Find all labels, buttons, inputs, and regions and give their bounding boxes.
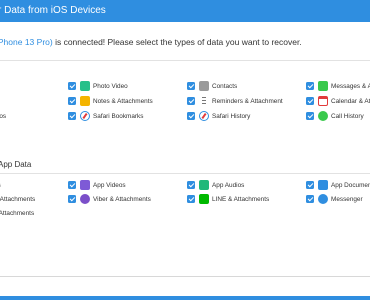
data-type-option[interactable]: Photo Video xyxy=(68,79,128,93)
messenger-icon xyxy=(318,194,328,204)
app-videos-icon xyxy=(80,180,90,190)
option-label: mos xyxy=(0,112,7,120)
checkbox-checked[interactable] xyxy=(68,181,76,189)
data-type-option[interactable]: Call History xyxy=(306,109,364,123)
app-audios-icon xyxy=(199,180,209,190)
safari-icon xyxy=(80,111,90,121)
checkbox-row: k Attachments xyxy=(0,206,370,220)
section-divider xyxy=(0,173,370,174)
call-history-icon xyxy=(318,111,328,121)
viber-icon xyxy=(80,194,90,204)
connection-message: is connected! Please select the types of… xyxy=(52,37,302,47)
data-type-option[interactable]: Messenger xyxy=(306,192,363,206)
data-type-option[interactable]: Notes & Attachments xyxy=(68,94,153,108)
reminders-icon xyxy=(199,96,209,106)
checkbox-checked[interactable] xyxy=(187,97,195,105)
device-name: iPhone 13 Pro) xyxy=(0,37,53,47)
checkbox-row: Notes & Attachments Reminders & Attachmen… xyxy=(0,94,370,108)
data-type-option[interactable]: mos xyxy=(0,109,6,123)
notes-icon xyxy=(80,96,90,106)
option-label: Reminders & Attachment xyxy=(212,97,283,105)
option-label: & Attachments xyxy=(0,195,36,203)
data-type-option[interactable]: os xyxy=(0,178,1,192)
option-label: Call History xyxy=(331,112,364,120)
data-type-option[interactable]: Reminders & Attachment xyxy=(187,94,283,108)
option-label: LINE & Attachments xyxy=(212,195,270,203)
option-label: k Attachments xyxy=(0,209,35,217)
checkbox-checked[interactable] xyxy=(187,82,195,90)
option-label: Viber & Attachments xyxy=(93,195,151,203)
checkbox-checked[interactable] xyxy=(187,181,195,189)
data-type-option[interactable]: & Attachments xyxy=(0,192,35,206)
section-divider xyxy=(0,60,370,61)
option-label: Calendar & At xyxy=(331,97,370,105)
option-label: Safari History xyxy=(212,112,251,120)
checkbox-checked[interactable] xyxy=(187,112,195,120)
checkbox-checked[interactable] xyxy=(306,97,314,105)
data-type-option[interactable]: Messages & A xyxy=(306,79,370,93)
option-label: Messenger xyxy=(331,195,363,203)
checkbox-row: & Attachments Viber & Attachments LINE & A… xyxy=(0,192,370,206)
option-label: App Audios xyxy=(212,181,245,189)
data-type-option[interactable]: k Attachments xyxy=(0,206,34,220)
photo-video-icon xyxy=(80,81,90,91)
safari-icon xyxy=(199,111,209,121)
checkbox-row: os App Videos App Audios App Document xyxy=(0,178,370,192)
checkbox-checked[interactable] xyxy=(306,112,314,120)
data-type-option[interactable]: LINE & Attachments xyxy=(187,192,269,206)
checkbox-checked[interactable] xyxy=(306,181,314,189)
footer-divider xyxy=(0,276,370,277)
option-label: Messages & A xyxy=(331,82,370,90)
connection-status: iPhone 13 Pro) is connected! Please sele… xyxy=(0,37,302,47)
option-label: Photo Video xyxy=(93,82,128,90)
data-type-option[interactable]: App Document xyxy=(306,178,370,192)
checkbox-checked[interactable] xyxy=(68,195,76,203)
contacts-icon xyxy=(199,81,209,91)
option-label: App Document xyxy=(331,181,370,189)
data-type-option[interactable]: App Audios xyxy=(187,178,244,192)
checkbox-row: Photo Video Contacts Messages & A xyxy=(0,79,370,93)
checkbox-checked[interactable] xyxy=(68,112,76,120)
data-type-option[interactable]: Safari History xyxy=(187,109,250,123)
footer-bar xyxy=(0,296,370,300)
option-label: Safari Bookmarks xyxy=(93,112,144,120)
messages-icon xyxy=(318,81,328,91)
window-title-bar: r Data from iOS Devices xyxy=(0,0,370,22)
app-document-icon xyxy=(318,180,328,190)
calendar-icon xyxy=(318,96,328,106)
checkbox-checked[interactable] xyxy=(68,97,76,105)
data-type-option[interactable]: Calendar & At xyxy=(306,94,370,108)
line-icon xyxy=(199,194,209,204)
option-label: Contacts xyxy=(212,82,238,90)
checkbox-checked[interactable] xyxy=(306,195,314,203)
checkbox-checked[interactable] xyxy=(306,82,314,90)
window-title: r Data from iOS Devices xyxy=(0,5,106,16)
checkbox-checked[interactable] xyxy=(187,195,195,203)
data-type-option[interactable]: App Videos xyxy=(68,178,126,192)
checkbox-row: mos Safari Bookmarks Safari History Call Hi… xyxy=(0,109,370,123)
data-type-option[interactable]: Contacts xyxy=(187,79,237,93)
section-label-app-data: App Data xyxy=(0,160,32,169)
option-label: os xyxy=(0,182,1,189)
option-label: App Videos xyxy=(93,181,126,189)
checkbox-checked[interactable] xyxy=(68,82,76,90)
option-label: Notes & Attachments xyxy=(93,97,153,105)
data-type-option[interactable]: Safari Bookmarks xyxy=(68,109,143,123)
data-type-option[interactable]: Viber & Attachments xyxy=(68,192,151,206)
